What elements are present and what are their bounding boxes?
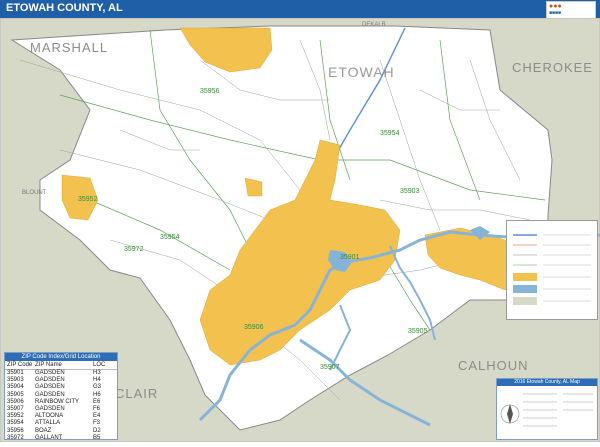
name-cell: GADSDEN [35, 405, 65, 412]
loc-cell: F3 [93, 420, 101, 427]
name-cell: ALTOONA [35, 413, 64, 420]
table-row: 35972 GALLANT B5 [5, 435, 117, 442]
logo-sub-icon: ■■■■ [549, 10, 562, 16]
zip-label: 35952 [78, 196, 98, 203]
zip-label: 35903 [400, 188, 420, 195]
zip-label: 35906 [244, 324, 264, 331]
map-key-graphic [513, 234, 591, 305]
name-cell: GADSDEN [35, 370, 65, 376]
map-info-box: 2016 Etowah County, AL Map [496, 378, 598, 440]
zip-label: 35956 [200, 88, 220, 95]
page-title: ETOWAH COUNTY, AL [6, 2, 123, 14]
zip-cell: 35956 [7, 427, 24, 434]
col-loc: LOC [93, 362, 106, 368]
table-row: 35952 ALTOONA E4 [5, 413, 117, 420]
map-key [506, 220, 598, 320]
zip-label: 35972 [124, 246, 144, 253]
name-cell: GADSDEN [35, 377, 65, 384]
table-row: 35901 GADSDEN H3 [5, 370, 117, 377]
table-row: 35954 ATTALLA F3 [5, 420, 117, 427]
county-label-calhoun: CALHOUN [458, 358, 529, 373]
zip-cell: 35903 [7, 377, 24, 384]
zip-cell: 35904 [7, 384, 24, 391]
zip-cell: 35905 [7, 391, 24, 398]
zip-code-index: ZIP Code Index/Grid Location ZIP Code ZI… [4, 352, 118, 442]
county-label-dekalb: DEKALB [362, 22, 386, 28]
zip-cell: 35952 [7, 413, 24, 420]
table-row: 35905 GADSDEN H6 [5, 392, 117, 399]
county-label-blount: BLOUNT [22, 190, 47, 196]
title-bar: ETOWAH COUNTY, AL ●●● ■■■■ [0, 0, 600, 19]
col-zip-code: ZIP Code [7, 362, 33, 368]
zip-cell: 35972 [7, 434, 24, 441]
zip-cell: 35954 [7, 420, 24, 427]
loc-cell: H4 [93, 377, 101, 384]
name-cell: GALLANT [35, 434, 63, 441]
table-row: 35903 GADSDEN H4 [5, 377, 117, 384]
publisher-logo: ●●● ■■■■ [546, 1, 596, 19]
loc-cell: E6 [93, 398, 101, 405]
loc-cell: G3 [93, 384, 102, 391]
zip-cell: 35906 [7, 398, 24, 405]
name-cell: GADSDEN [35, 384, 65, 391]
info-title: 2016 Etowah County, AL Map [497, 379, 597, 386]
legend-title: ZIP Code Index/Grid Location [5, 353, 117, 361]
info-graphic [500, 393, 593, 427]
county-label-marshall: MARSHALL [30, 40, 109, 55]
zip-label: 35905 [408, 328, 428, 335]
table-row: 35956 BOAZ D2 [5, 428, 117, 435]
zip-cell: 35901 [7, 370, 24, 376]
zip-label: 35954 [160, 234, 180, 241]
table-row: 35906 RAINBOW CITY E6 [5, 399, 117, 406]
zip-label: 35954 [380, 130, 400, 137]
name-cell: BOAZ [35, 427, 52, 434]
name-cell: RAINBOW CITY [35, 398, 80, 405]
zip-label: 35907 [320, 364, 340, 371]
logo-mark-icon: ●●● [549, 3, 562, 10]
compass-icon [500, 404, 520, 424]
loc-cell: H3 [93, 370, 101, 376]
zip-label: 35901 [340, 254, 360, 261]
col-zip-name: ZIP Name [35, 362, 62, 368]
name-cell: GADSDEN [35, 391, 65, 398]
county-label-cherokee: CHEROKEE [512, 60, 593, 75]
zip-cell: 35907 [7, 405, 24, 412]
loc-cell: D2 [93, 427, 101, 434]
loc-cell: B5 [93, 434, 101, 441]
loc-cell: E4 [93, 413, 101, 420]
county-label-etowah: ETOWAH [328, 64, 395, 80]
table-row: 35907 GADSDEN F6 [5, 406, 117, 413]
table-row: 35904 GADSDEN G3 [5, 384, 117, 391]
loc-cell: F6 [93, 405, 101, 412]
name-cell: ATTALLA [35, 420, 61, 427]
loc-cell: H6 [93, 391, 101, 398]
legend-header-row: ZIP Code ZIP Name LOC [5, 361, 117, 370]
